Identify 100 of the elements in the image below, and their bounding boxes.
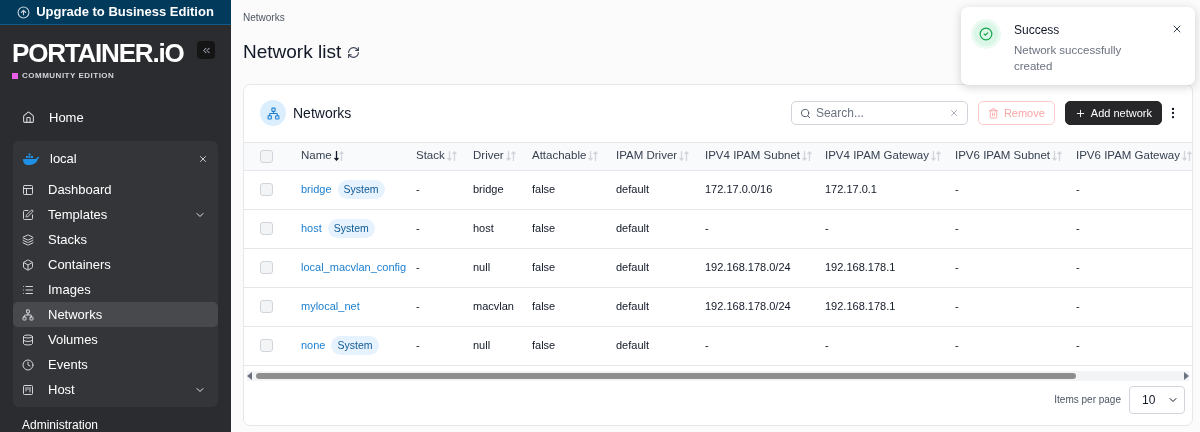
nav-item[interactable]: Images: [13, 277, 218, 302]
table-cell: -: [955, 339, 959, 352]
nav-icon: [22, 308, 34, 321]
table-cell: default: [616, 339, 650, 352]
table-cell: -: [705, 222, 709, 235]
nav-item[interactable]: Host: [13, 377, 218, 402]
page-title: Network list: [243, 40, 342, 64]
column-header[interactable]: IPV4 IPAM Subnet: [705, 147, 801, 165]
table-cell: false: [532, 339, 556, 352]
row-checkbox[interactable]: [260, 261, 273, 274]
nav-icon: [22, 283, 34, 296]
system-badge: System: [337, 179, 385, 200]
table-cell: 192.168.178.0/24: [705, 261, 791, 274]
clear-icon[interactable]: [948, 108, 959, 118]
table-cell: 192.168.178.1: [825, 300, 896, 313]
column-header[interactable]: Name: [301, 147, 332, 165]
check-icon: [971, 19, 1001, 49]
nav-item[interactable]: Dashboard: [13, 177, 218, 202]
search-box[interactable]: Search...: [790, 101, 968, 125]
table-cell: -: [416, 261, 420, 274]
table-cell: -: [1076, 261, 1080, 274]
row-checkbox[interactable]: [260, 300, 273, 313]
column-header[interactable]: IPV4 IPAM Gateway: [825, 147, 929, 165]
nav-item[interactable]: Events: [13, 352, 218, 377]
system-badge: System: [327, 218, 375, 239]
upgrade-banner[interactable]: Upgrade to Business Edition: [0, 0, 231, 26]
table-cell: -: [416, 300, 420, 313]
toast-title: Success: [1014, 22, 1061, 39]
logo: PORTAINER.iO: [12, 39, 184, 68]
table-cell: -: [1076, 339, 1080, 352]
table-cell: false: [532, 222, 556, 235]
items-per-page-select[interactable]: 10: [1129, 385, 1185, 414]
collapse-button[interactable]: [197, 41, 215, 60]
section-heading: Administration: [22, 418, 100, 432]
row-checkbox[interactable]: [260, 339, 273, 352]
upgrade-icon: [17, 5, 31, 19]
table-cell: -: [416, 339, 420, 352]
search-icon: [799, 107, 811, 119]
column-header[interactable]: IPV6 IPAM Subnet: [955, 147, 1051, 165]
whale-icon: [22, 152, 40, 166]
breadcrumb: Networks: [243, 11, 286, 25]
column-header[interactable]: IPAM Driver: [616, 147, 678, 165]
row-checkbox[interactable]: [260, 183, 273, 196]
nav-item[interactable]: Stacks: [13, 227, 218, 252]
table-cell: false: [532, 300, 556, 313]
table-cell: -: [955, 183, 959, 196]
card-title: Networks: [293, 103, 352, 123]
column-header[interactable]: Driver: [473, 147, 504, 165]
items-per-page-label: Items per page: [1054, 393, 1121, 407]
table-cell: host: [473, 222, 494, 235]
nav-icon: [22, 358, 34, 371]
table-cell: -: [1076, 300, 1080, 313]
table-cell: -: [955, 300, 959, 313]
table-cell: -: [955, 222, 959, 235]
table-cell: 192.168.178.1: [825, 261, 896, 274]
row-checkbox[interactable]: [260, 149, 273, 163]
horizontal-scrollbar[interactable]: [247, 370, 1189, 381]
nav-item[interactable]: Templates: [13, 202, 218, 227]
table-cell: macvlan: [473, 300, 514, 313]
edition-label: COMMUNITY EDITION: [22, 70, 115, 83]
table-cell: default: [616, 300, 650, 313]
row-checkbox[interactable]: [260, 222, 273, 235]
table-cell: -: [955, 261, 959, 274]
close-icon[interactable]: [198, 154, 208, 164]
table-cell: -: [416, 183, 420, 196]
table-cell: default: [616, 222, 650, 235]
close-icon[interactable]: [1171, 23, 1183, 35]
table-cell: default: [616, 261, 650, 274]
table-cell: 172.17.0.1: [825, 183, 877, 196]
table-cell: -: [1076, 183, 1080, 196]
trash-icon: [987, 107, 999, 119]
nav-icon: [22, 208, 34, 221]
nav-item[interactable]: Containers: [13, 252, 218, 277]
network-link[interactable]: local_macvlan_config: [301, 259, 407, 276]
table-cell: default: [616, 183, 650, 196]
system-badge: System: [331, 335, 379, 356]
table-cell: -: [825, 222, 829, 235]
table-cell: 192.168.178.0/24: [705, 300, 791, 313]
network-link[interactable]: none: [301, 337, 326, 354]
column-header[interactable]: IPV6 IPAM Gateway: [1076, 147, 1180, 165]
nav-item[interactable]: Volumes: [13, 327, 218, 352]
nav-item[interactable]: Networks: [13, 302, 218, 327]
network-link[interactable]: bridge: [301, 181, 332, 198]
table-cell: 172.17.0.0/16: [705, 183, 773, 196]
network-link[interactable]: mylocal_net: [301, 298, 360, 315]
refresh-icon[interactable]: [347, 45, 361, 59]
network-link[interactable]: host: [301, 220, 322, 237]
table-cell: -: [705, 339, 709, 352]
table-cell: -: [825, 339, 829, 352]
edition-icon: [12, 73, 18, 80]
column-header[interactable]: Attachable: [532, 147, 587, 165]
nav-icon: [22, 183, 34, 196]
column-header[interactable]: Stack: [416, 147, 445, 165]
environment-name: local: [50, 150, 77, 169]
home-icon: [22, 111, 35, 125]
nav-item[interactable]: Home: [13, 106, 218, 129]
search-input[interactable]: Search...: [815, 104, 944, 122]
table-cell: false: [532, 183, 556, 196]
add-network-button[interactable]: Add network: [1064, 101, 1162, 125]
nav-icon: [22, 333, 34, 346]
